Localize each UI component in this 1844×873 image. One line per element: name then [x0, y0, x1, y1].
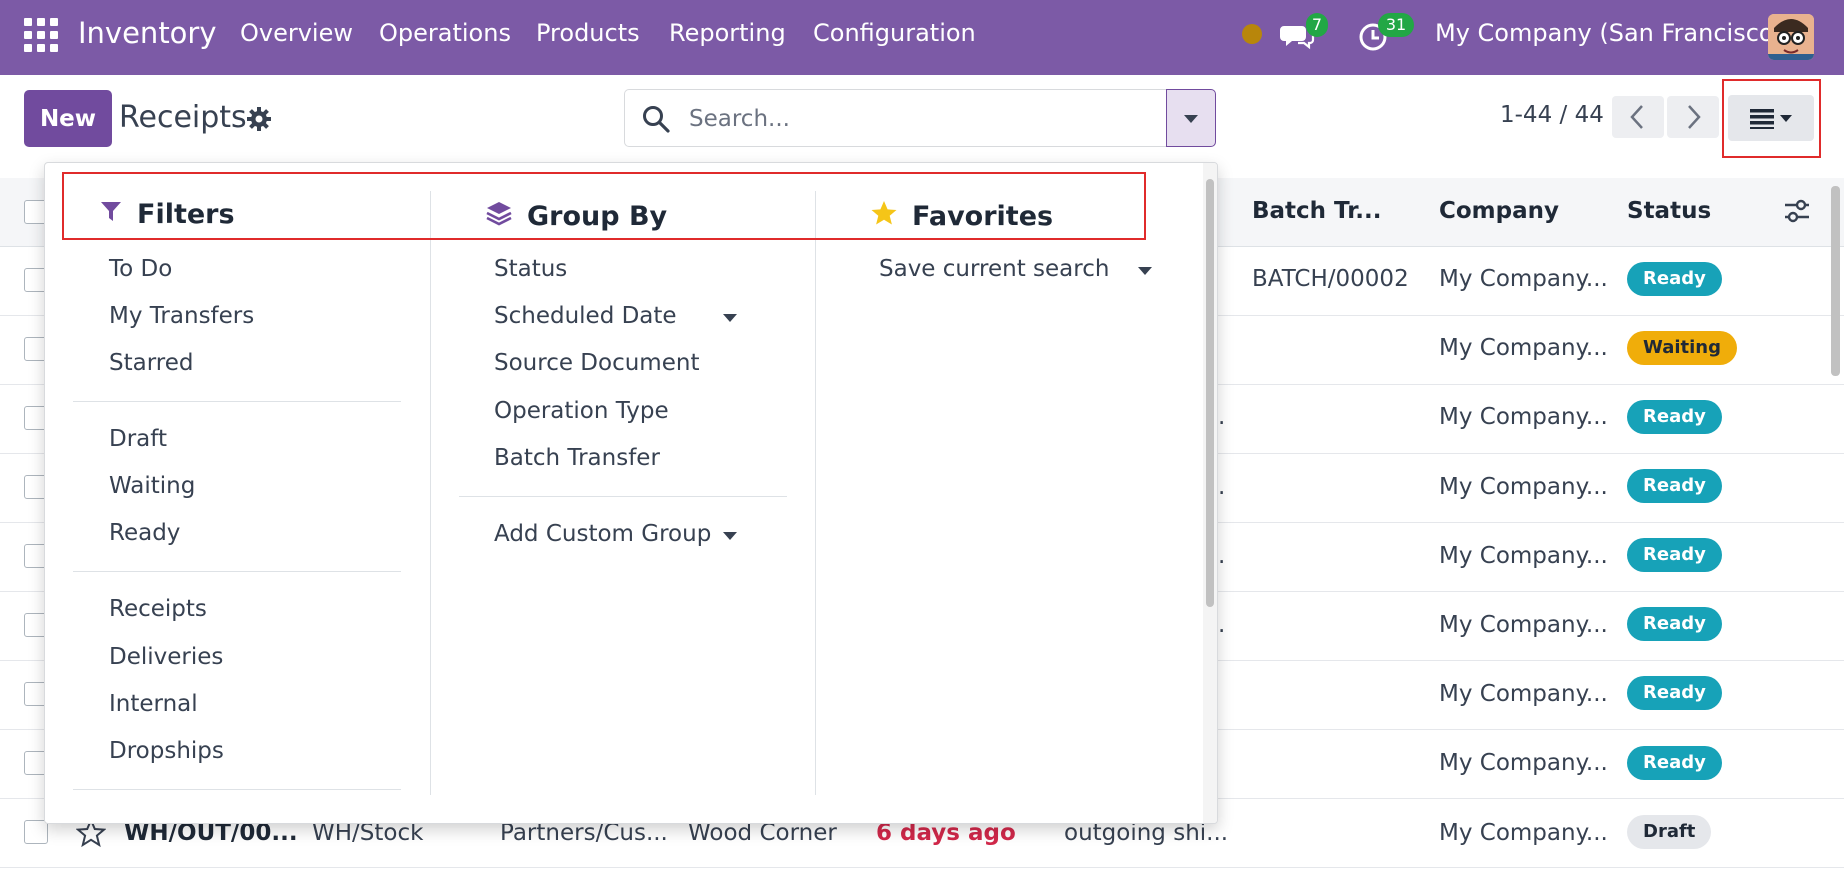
filters-column: Filters To Do My Transfers Starred Draft…	[45, 191, 430, 795]
menu-operations[interactable]: Operations	[379, 19, 511, 47]
avatar[interactable]	[1768, 14, 1814, 60]
row-batch: BATCH/00002	[1252, 266, 1409, 292]
row-company: My Company...	[1439, 820, 1608, 846]
row-source-fragment: .	[1218, 474, 1226, 500]
status-badge: Draft	[1627, 815, 1712, 849]
row-checkbox[interactable]	[24, 820, 48, 844]
chevron-down-icon[interactable]	[1138, 267, 1152, 275]
status-badge: Ready	[1627, 676, 1722, 710]
pager-value[interactable]: 1-44 / 44	[1500, 102, 1604, 128]
group-by-title: Group By	[527, 201, 668, 232]
filter-waiting[interactable]: Waiting	[109, 473, 195, 499]
filters-heading: Filters	[99, 199, 235, 230]
pager-next-button[interactable]	[1667, 96, 1719, 138]
filter-receipts[interactable]: Receipts	[109, 596, 207, 622]
row-company: My Company...	[1439, 404, 1608, 430]
list-scrollbar[interactable]	[1829, 178, 1842, 868]
divider	[73, 571, 401, 572]
filter-my-transfers[interactable]: My Transfers	[109, 303, 254, 329]
group-by-source-document[interactable]: Source Document	[494, 350, 699, 376]
filters-title: Filters	[137, 199, 235, 230]
row-company: My Company...	[1439, 543, 1608, 569]
gear-icon[interactable]	[246, 106, 272, 132]
status-badge: Ready	[1627, 607, 1722, 641]
filter-dropships[interactable]: Dropships	[109, 738, 224, 764]
row-company: My Company...	[1439, 474, 1608, 500]
new-button[interactable]: New	[24, 90, 112, 147]
filter-to-do[interactable]: To Do	[109, 256, 172, 282]
filter-deliveries[interactable]: Deliveries	[109, 644, 223, 670]
status-dot-icon	[1242, 24, 1262, 44]
group-by-operation-type[interactable]: Operation Type	[494, 398, 669, 424]
chevron-left-icon	[1630, 105, 1643, 129]
sliders-icon[interactable]	[1782, 196, 1812, 230]
row-source-fragment: .	[1218, 612, 1226, 638]
row-company: My Company...	[1439, 681, 1608, 707]
search-bar	[624, 89, 1166, 147]
dropdown-scrollbar[interactable]	[1203, 163, 1217, 823]
menu-overview[interactable]: Overview	[240, 19, 353, 47]
page-title: Receipts	[119, 100, 247, 135]
funnel-icon	[99, 199, 123, 230]
row-company: My Company...	[1439, 750, 1608, 776]
pager-previous-button[interactable]	[1612, 96, 1664, 138]
apps-grid-icon[interactable]	[24, 18, 58, 52]
status-badge: Ready	[1627, 469, 1722, 503]
status-badge: Waiting	[1627, 331, 1738, 365]
group-by-scheduled-date[interactable]: Scheduled Date	[494, 303, 677, 329]
app-name[interactable]: Inventory	[78, 16, 217, 50]
save-current-search[interactable]: Save current search	[879, 256, 1109, 282]
top-navbar: Inventory Overview Operations Products R…	[0, 0, 1844, 75]
row-company: My Company...	[1439, 266, 1608, 292]
filter-draft[interactable]: Draft	[109, 426, 167, 452]
group-by-column: Group By Status Scheduled Date Source Do…	[430, 191, 816, 795]
row-source-fragment: .	[1218, 404, 1226, 430]
menu-products[interactable]: Products	[536, 19, 640, 47]
search-icon	[641, 104, 671, 134]
view-switcher-button[interactable]	[1728, 95, 1814, 141]
status-badge: Ready	[1627, 538, 1722, 572]
favorites-column: Favorites Save current search	[815, 191, 1204, 795]
search-options-dropdown: Filters To Do My Transfers Starred Draft…	[44, 162, 1218, 824]
row-company: My Company...	[1439, 335, 1608, 361]
row-company: My Company...	[1439, 612, 1608, 638]
layers-icon	[485, 199, 513, 234]
menu-reporting[interactable]: Reporting	[669, 19, 786, 47]
filter-internal[interactable]: Internal	[109, 691, 198, 717]
chat-count-badge: 7	[1306, 13, 1328, 37]
status-badge: Ready	[1627, 262, 1722, 296]
filter-ready[interactable]: Ready	[109, 520, 180, 546]
group-by-heading: Group By	[485, 199, 667, 234]
divider	[73, 789, 401, 790]
status-badge: Ready	[1627, 400, 1722, 434]
column-batch-transfer[interactable]: Batch Tr...	[1252, 198, 1382, 224]
chevron-right-icon	[1688, 105, 1701, 129]
column-status[interactable]: Status	[1627, 198, 1711, 224]
divider	[459, 496, 787, 497]
chevron-down-icon[interactable]	[723, 314, 737, 322]
filter-starred[interactable]: Starred	[109, 350, 193, 376]
search-input[interactable]	[687, 100, 1151, 138]
group-by-batch-transfer[interactable]: Batch Transfer	[494, 445, 660, 471]
menu-configuration[interactable]: Configuration	[813, 19, 976, 47]
company-switcher[interactable]: My Company (San Francisco)	[1435, 19, 1783, 47]
chevron-down-icon[interactable]	[723, 532, 737, 540]
group-by-status[interactable]: Status	[494, 256, 567, 282]
divider	[73, 401, 401, 402]
activity-count-badge: 31	[1378, 13, 1414, 37]
list-view-icon	[1750, 109, 1792, 129]
favorites-heading: Favorites	[870, 199, 1053, 234]
row-source-fragment: .	[1218, 543, 1226, 569]
favorites-title: Favorites	[912, 201, 1054, 232]
status-badge: Ready	[1627, 746, 1722, 780]
column-company[interactable]: Company	[1439, 198, 1559, 224]
star-icon	[870, 199, 898, 234]
search-options-toggle[interactable]	[1166, 89, 1216, 147]
add-custom-group-select[interactable]: Add Custom Group	[494, 521, 711, 547]
